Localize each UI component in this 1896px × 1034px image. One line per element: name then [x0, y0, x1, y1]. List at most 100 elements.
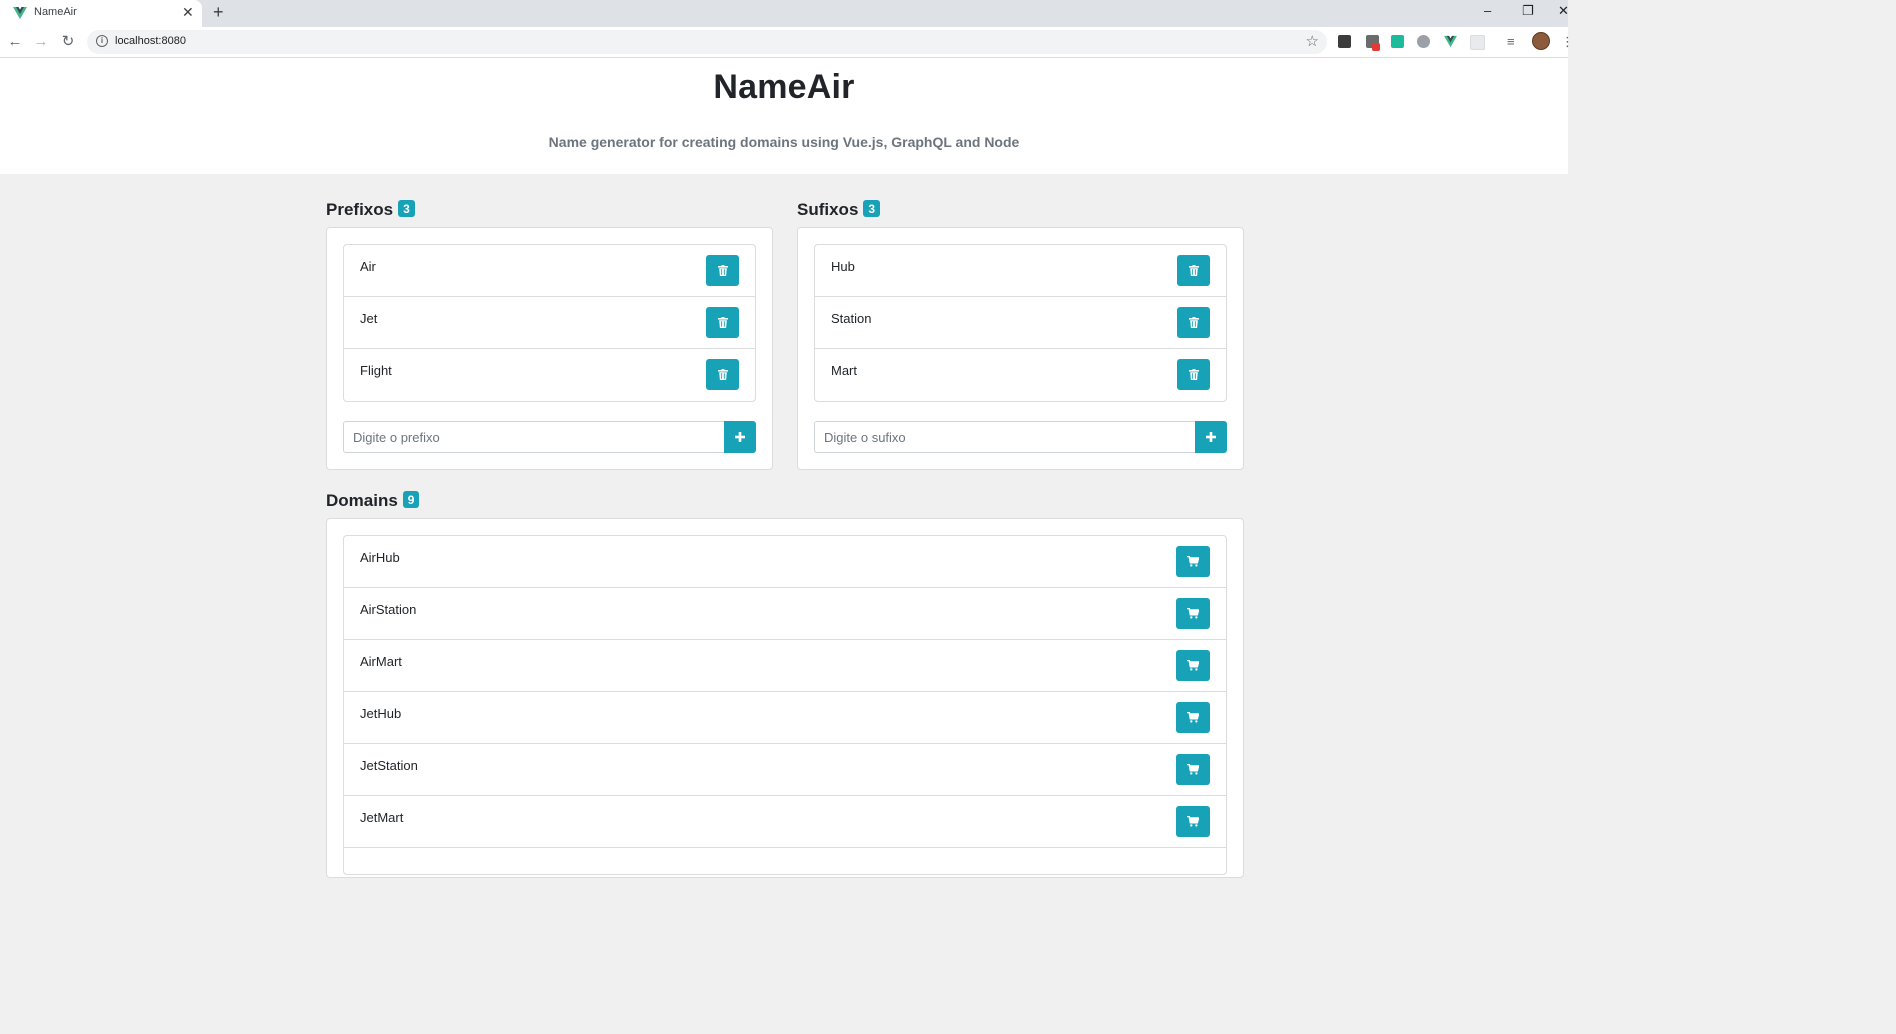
list-item: JetStation [344, 744, 1226, 796]
trash-icon [1188, 369, 1199, 380]
suffix-label: Hub [831, 259, 855, 274]
media-queue-icon[interactable]: ≡ [1507, 35, 1520, 48]
buy-domain-button[interactable] [1176, 806, 1210, 837]
delete-suffix-button[interactable] [1177, 255, 1210, 286]
delete-prefix-button[interactable] [706, 359, 739, 390]
forward-arrow-icon[interactable]: → [31, 32, 51, 52]
list-item: Hub [815, 245, 1226, 297]
list-item: Station [815, 297, 1226, 349]
plus-icon [735, 432, 745, 442]
prefixes-count-badge: 3 [398, 200, 415, 217]
domains-heading: Domains 9 [326, 491, 420, 511]
cart-icon [1187, 712, 1199, 723]
suffixes-title: Sufixos [797, 200, 859, 219]
suffixes-list: Hub Station Mart [814, 244, 1227, 402]
prefix-label: Flight [360, 363, 392, 378]
browser-tabstrip: NameAir ✕ + – ❐ ✕ [0, 0, 1569, 27]
list-item: Air [344, 245, 755, 297]
buy-domain-button[interactable] [1176, 598, 1210, 629]
menu-kebab-icon[interactable]: ⋮ [1561, 35, 1574, 48]
profile-avatar[interactable] [1532, 32, 1550, 50]
suffixes-card: Hub Station Mart [797, 227, 1244, 470]
prefixes-heading: Prefixos 3 [326, 200, 415, 220]
buy-domain-button[interactable] [1176, 754, 1210, 785]
buy-domain-button[interactable] [1176, 546, 1210, 577]
domain-label: JetMart [360, 810, 404, 825]
domain-label: AirMart [360, 654, 402, 669]
cart-icon [1187, 660, 1199, 671]
buy-domain-button[interactable] [1176, 650, 1210, 681]
domains-title: Domains [326, 491, 398, 510]
prefixes-card: Air Jet Flight [326, 227, 773, 470]
tab-title: NameAir [34, 6, 77, 18]
list-item: AirStation [344, 588, 1226, 640]
delete-prefix-button[interactable] [706, 307, 739, 338]
trash-icon [717, 265, 728, 276]
minimize-icon[interactable]: – [1484, 3, 1491, 19]
suffix-label: Mart [831, 363, 857, 378]
info-icon[interactable]: i [96, 35, 108, 47]
tab-close-icon[interactable]: ✕ [182, 4, 194, 20]
domains-card: AirHub AirStation AirMart JetHub JetStat… [326, 518, 1244, 878]
suffixes-count-badge: 3 [863, 200, 881, 217]
prefix-label: Air [360, 259, 376, 274]
list-item: Flight [344, 349, 755, 401]
prefix-input-group [343, 421, 756, 453]
prefix-label: Jet [360, 311, 378, 326]
suffix-label: Station [831, 311, 872, 326]
delete-suffix-button[interactable] [1177, 307, 1210, 338]
suffix-input-group [814, 421, 1227, 453]
cart-icon [1187, 816, 1199, 827]
buy-domain-button[interactable] [1176, 702, 1210, 733]
list-item: Jet [344, 297, 755, 349]
domain-label: AirStation [360, 602, 417, 617]
extension-icon[interactable] [1391, 35, 1404, 48]
add-suffix-button[interactable] [1195, 421, 1227, 453]
prefixes-list: Air Jet Flight [343, 244, 756, 402]
domain-label: JetHub [360, 706, 402, 721]
restore-icon[interactable]: ❐ [1522, 3, 1534, 19]
window-close-icon[interactable]: ✕ [1558, 3, 1569, 19]
list-item: JetMart [344, 796, 1226, 848]
domain-label: AirHub [360, 550, 400, 565]
domain-label: JetStation [360, 758, 418, 773]
extension-icon[interactable] [1470, 35, 1485, 50]
list-item: JetHub [344, 692, 1226, 744]
reload-icon[interactable]: ↻ [58, 32, 78, 52]
page-subtitle: Name generator for creating domains usin… [548, 134, 1020, 150]
list-item: AirHub [344, 536, 1226, 588]
cart-icon [1187, 608, 1199, 619]
add-prefix-button[interactable] [724, 421, 756, 453]
suffixes-heading: Sufixos 3 [797, 200, 881, 220]
prefix-input[interactable] [343, 421, 725, 453]
url-text: localhost:8080 [115, 35, 186, 47]
suffix-input[interactable] [814, 421, 1196, 453]
domains-list: AirHub AirStation AirMart JetHub JetStat… [343, 535, 1227, 875]
trash-icon [717, 317, 728, 328]
address-bar[interactable]: i localhost:8080 ☆ [87, 30, 1327, 54]
notification-badge-icon [1372, 43, 1380, 51]
page-header: NameAir Name generator for creating doma… [0, 58, 1568, 174]
delete-suffix-button[interactable] [1177, 359, 1210, 390]
extension-icon[interactable] [1338, 35, 1351, 48]
trash-icon [1188, 265, 1199, 276]
browser-toolbar: ← → ↻ i localhost:8080 ☆ ≡ ⋮ [0, 27, 1574, 58]
back-arrow-icon[interactable]: ← [5, 32, 25, 52]
plus-icon [1206, 432, 1216, 442]
extension-icon[interactable] [1417, 35, 1430, 48]
trash-icon [717, 369, 728, 380]
cart-icon [1187, 556, 1199, 567]
vue-devtools-icon[interactable] [1444, 35, 1457, 48]
cart-icon [1187, 764, 1199, 775]
list-item: Mart [815, 349, 1226, 401]
list-item: AirMart [344, 640, 1226, 692]
page-title: NameAir [713, 68, 855, 106]
trash-icon [1188, 317, 1199, 328]
domains-count-badge: 9 [402, 491, 420, 508]
prefixes-title: Prefixos [326, 200, 394, 219]
new-tab-button[interactable]: + [213, 2, 224, 22]
delete-prefix-button[interactable] [706, 255, 739, 286]
browser-tab[interactable]: NameAir ✕ [0, 0, 202, 27]
bookmark-star-icon[interactable]: ☆ [1306, 32, 1319, 50]
vue-logo-icon [13, 7, 27, 19]
